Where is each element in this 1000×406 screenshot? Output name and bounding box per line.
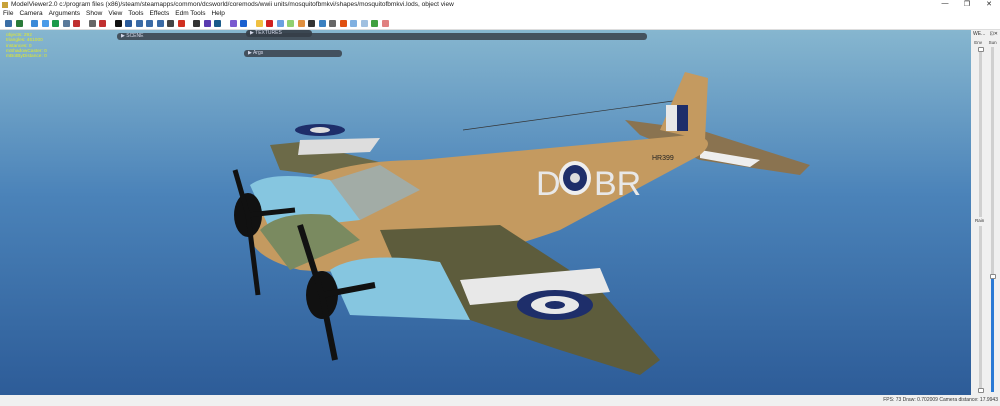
- rain-slider-thumb[interactable]: [977, 388, 984, 393]
- toolbar-button-icon[interactable]: [62, 19, 70, 27]
- toolbar-button-icon[interactable]: [318, 19, 326, 27]
- window-title: ModelViewer2.0 c:/program files (x86)/st…: [11, 1, 454, 8]
- toolbar-button-icon[interactable]: [5, 19, 12, 27]
- toolbar-button-icon[interactable]: [371, 19, 378, 27]
- toolbar-button-icon[interactable]: [73, 19, 80, 27]
- aircraft-model: D BR HR399: [232, 72, 810, 375]
- close-button[interactable]: ✕: [978, 0, 1000, 8]
- toolbar-button-icon[interactable]: [339, 19, 347, 27]
- sun-label: Sun: [988, 40, 997, 45]
- toolbar-button-icon[interactable]: [31, 19, 38, 27]
- toolbar-button-icon[interactable]: [146, 19, 153, 27]
- toolbar-button-icon[interactable]: [125, 19, 132, 27]
- toolbar-button-icon[interactable]: [266, 19, 273, 27]
- toolbar-button-icon[interactable]: [329, 19, 336, 27]
- toolbar-button-icon[interactable]: [287, 19, 294, 27]
- toolbar-button-icon[interactable]: [99, 19, 106, 27]
- toolbar: [0, 17, 1000, 30]
- weather-panel: WE... ⊡✕ Env Sun Rain: [971, 30, 1000, 395]
- toolbar-button-icon[interactable]: [350, 19, 357, 27]
- status-bar: FPS: 73 Draw: 0.702009 Camera distance: …: [0, 395, 1000, 406]
- env-slider[interactable]: [979, 47, 982, 217]
- toolbar-button-icon[interactable]: [193, 19, 200, 27]
- menu-camera[interactable]: Camera: [19, 10, 42, 17]
- toolbar-button-icon[interactable]: [156, 19, 164, 27]
- 3d-viewport[interactable]: objects: 292 triangles: 461000 instances: …: [0, 30, 971, 395]
- minimize-button[interactable]: —: [934, 0, 956, 8]
- toolbar-button-icon[interactable]: [297, 19, 305, 27]
- app-icon: [2, 1, 8, 8]
- menu-file[interactable]: File: [3, 10, 13, 17]
- env-slider-thumb[interactable]: [977, 47, 984, 52]
- toolbar-button-icon[interactable]: [276, 19, 284, 27]
- aircraft-serial: HR399: [652, 155, 674, 162]
- menu-edm-tools[interactable]: Edm Tools: [175, 10, 205, 17]
- rain-label: Rain: [975, 218, 985, 223]
- toolbar-button-icon[interactable]: [177, 19, 185, 27]
- aircraft-code-letter: D: [536, 165, 561, 203]
- toolbar-button-icon[interactable]: [15, 19, 23, 27]
- toolbar-button-icon[interactable]: [240, 19, 247, 27]
- toolbar-button-icon[interactable]: [360, 19, 368, 27]
- title-bar: ModelViewer2.0 c:/program files (x86)/st…: [0, 0, 1000, 9]
- toolbar-button-icon[interactable]: [381, 19, 389, 27]
- toolbar-button-icon[interactable]: [308, 19, 315, 27]
- menu-bar: File Camera Arguments Show View Tools Effects E…: [0, 9, 1000, 17]
- panel-close-icon[interactable]: ⊡✕: [990, 31, 998, 37]
- aircraft-code-letters: BR: [594, 165, 641, 203]
- toolbar-button-icon[interactable]: [114, 19, 122, 27]
- env-label: Env: [974, 40, 983, 45]
- menu-effects[interactable]: Effects: [149, 10, 169, 17]
- maximize-button[interactable]: ❐: [956, 0, 978, 8]
- menu-arguments[interactable]: Arguments: [49, 10, 80, 17]
- sun-slider-thumb[interactable]: [989, 274, 996, 279]
- toolbar-button-icon[interactable]: [167, 19, 174, 27]
- weather-panel-title: WE...: [973, 31, 986, 37]
- toolbar-button-icon[interactable]: [203, 19, 211, 27]
- toolbar-button-icon[interactable]: [255, 19, 263, 27]
- sun-slider-fill: [991, 278, 994, 392]
- toolbar-button-icon[interactable]: [88, 19, 96, 27]
- rain-slider[interactable]: [979, 226, 982, 392]
- toolbar-button-icon[interactable]: [52, 19, 59, 27]
- toolbar-button-icon[interactable]: [135, 19, 143, 27]
- menu-view[interactable]: View: [108, 10, 122, 17]
- menu-tools[interactable]: Tools: [128, 10, 143, 17]
- menu-help[interactable]: Help: [211, 10, 224, 17]
- toolbar-button-icon[interactable]: [214, 19, 221, 27]
- menu-show[interactable]: Show: [86, 10, 102, 17]
- toolbar-button-icon[interactable]: [41, 19, 49, 27]
- toolbar-button-icon[interactable]: [229, 19, 237, 27]
